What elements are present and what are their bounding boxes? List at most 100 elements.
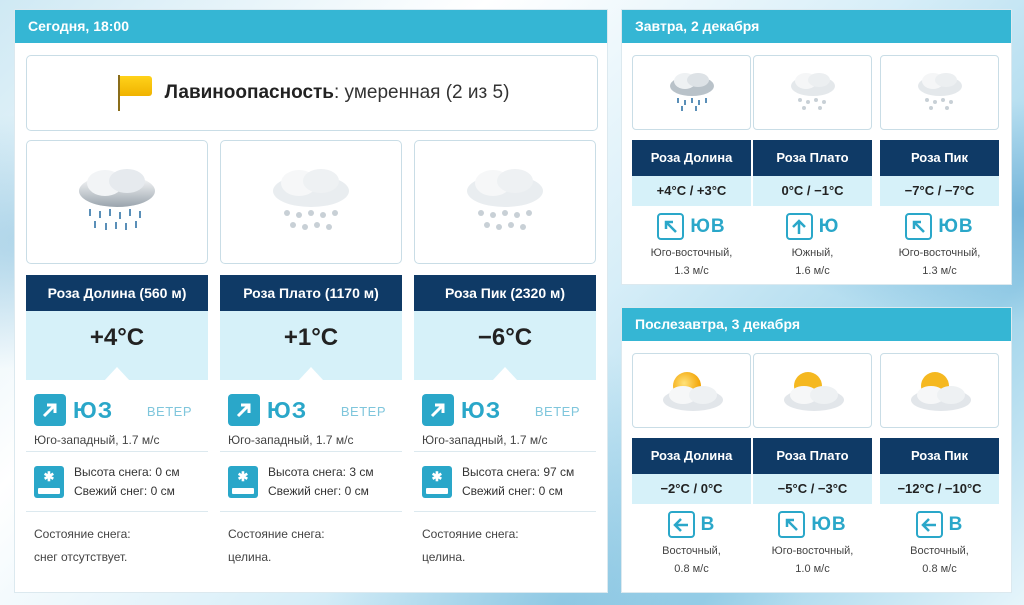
station-name: Роза Долина xyxy=(632,140,751,176)
wind-description: Восточный, xyxy=(910,544,969,557)
wind-direction: В xyxy=(948,513,964,535)
wind-speed: 0.8 м/с xyxy=(922,562,957,575)
temperature-box: −6°C xyxy=(414,311,596,381)
wind-direction: ЮВ xyxy=(811,513,847,535)
wind-description: Юго-восточный, xyxy=(771,544,854,557)
snow-block: ✱ Высота снега: 3 см Свежий снег: 0 см xyxy=(220,452,402,512)
wind-speed: 1.3 м/с xyxy=(674,264,709,277)
arrow-up-left-icon xyxy=(657,213,685,240)
wind-label: ВЕТЕР xyxy=(534,404,580,419)
today-station-plato: Роза Плато (1170 м) +1°C ЮЗ ВЕТЕР Юго-за… xyxy=(220,140,402,569)
wind-block: ЮЗ ВЕТЕР Юго-западный, 1.7 м/с xyxy=(220,380,402,452)
day-after-panel: Послезавтра, 3 декабря Роза Долина −2°C … xyxy=(621,307,1012,593)
wind-direction: ЮЗ xyxy=(267,396,308,423)
tomorrow-station-plato: Роза Плато 0°C / −1°C Ю Южный, 1.6 м/с xyxy=(753,55,872,280)
wind-speed: 1.3 м/с xyxy=(922,264,957,277)
fresh-snow: 0 см xyxy=(344,483,369,498)
fresh-snow-label: Свежий снег: xyxy=(74,483,148,498)
wind-direction: В xyxy=(700,513,716,535)
snow-height: 0 см xyxy=(155,464,180,479)
station-name: Роза Плато xyxy=(753,140,872,176)
today-header: Сегодня, 18:00 xyxy=(15,10,607,43)
snow-state: целина. xyxy=(422,550,466,564)
temperature: −6°C xyxy=(477,324,533,351)
snow-state-label: Состояние снега: xyxy=(228,527,325,541)
snow-depth-icon: ✱ xyxy=(228,465,258,498)
wind-direction: ЮВ xyxy=(690,215,726,237)
wind-direction: ЮЗ xyxy=(73,396,114,423)
day-after-header: Послезавтра, 3 декабря xyxy=(622,308,1011,341)
today-panel: Сегодня, 18:00 Лавиноопасность: умеренна… xyxy=(14,9,608,593)
snow-state: целина. xyxy=(228,550,272,564)
snow-height-label: Высота снега: xyxy=(268,464,346,479)
station-name: Роза Плато xyxy=(753,438,872,474)
wind-label: ВЕТЕР xyxy=(340,404,386,419)
weather-image xyxy=(26,140,208,264)
arrow-up-left-icon xyxy=(778,511,806,538)
fresh-snow: 0 см xyxy=(538,483,563,498)
arrow-up-right-icon xyxy=(422,394,454,426)
wind-description: Юго-западный, 1.7 м/с xyxy=(422,433,548,447)
arrow-up-icon xyxy=(785,213,813,240)
sun-cloud-icon xyxy=(663,372,723,411)
snow-cloud-icon xyxy=(467,169,543,230)
wind-block: В Восточный, 0.8 м/с xyxy=(632,504,751,578)
temperature-range: −2°C / 0°C xyxy=(632,474,751,504)
wind-description: Восточный, xyxy=(662,544,721,557)
arrow-up-right-icon xyxy=(228,394,260,426)
weather-image xyxy=(632,55,751,130)
arrow-left-icon xyxy=(667,511,695,538)
snow-state: снег отсутствует. xyxy=(34,550,128,564)
wind-description: Юго-восточный, xyxy=(898,246,981,259)
wind-description: Южный, xyxy=(791,246,834,259)
snow-height-label: Высота снега: xyxy=(462,464,540,479)
temperature-box: +1°C xyxy=(220,311,402,381)
weather-image xyxy=(753,353,872,428)
snow-height: 3 см xyxy=(349,464,374,479)
tomorrow-station-pik: Роза Пик −7°C / −7°C ЮВ Юго-восточный, 1.… xyxy=(880,55,999,280)
station-name: Роза Плато (1170 м) xyxy=(220,275,402,311)
snow-block: ✱ Высота снега: 0 см Свежий снег: 0 см xyxy=(26,452,208,512)
wind-direction: Ю xyxy=(818,215,840,237)
weather-image xyxy=(880,55,999,130)
wind-direction: ЮЗ xyxy=(461,396,502,423)
wind-block: ЮВ Юго-восточный, 1.3 м/с xyxy=(880,206,999,280)
sun-cloud-icon xyxy=(911,372,971,411)
temperature-range: −5°C / −3°C xyxy=(753,474,872,504)
station-name: Роза Долина (560 м) xyxy=(26,275,208,311)
after-station-pik: Роза Пик −12°C / −10°C В Восточный, 0.8 м… xyxy=(880,353,999,578)
wind-block: ЮВ Юго-восточный, 1.0 м/с xyxy=(753,504,872,578)
wind-direction: ЮВ xyxy=(938,215,974,237)
snow-state-label: Состояние снега: xyxy=(422,527,519,541)
fresh-snow-label: Свежий снег: xyxy=(462,483,536,498)
wind-description: Юго-западный, 1.7 м/с xyxy=(34,433,160,447)
wind-speed: 1.0 м/с xyxy=(795,562,830,575)
wind-block: ЮВ Юго-восточный, 1.3 м/с xyxy=(632,206,751,280)
arrow-up-left-icon xyxy=(905,213,933,240)
wind-description: Юго-восточный, xyxy=(650,246,733,259)
snow-state-label: Состояние снега: xyxy=(34,527,131,541)
weather-image xyxy=(753,55,872,130)
flag-icon xyxy=(115,73,155,113)
station-name: Роза Пик xyxy=(880,140,999,176)
after-station-plato: Роза Плато −5°C / −3°C ЮВ Юго-восточный,… xyxy=(753,353,872,578)
rain-cloud-icon xyxy=(670,73,714,111)
station-name: Роза Долина xyxy=(632,438,751,474)
station-name: Роза Пик (2320 м) xyxy=(414,275,596,311)
tomorrow-panel: Завтра, 2 декабря Роза Долина +4°C / +3°… xyxy=(621,9,1012,285)
temperature: +1°C xyxy=(283,324,339,351)
snow-height: 97 см xyxy=(543,464,575,479)
tomorrow-header: Завтра, 2 декабря xyxy=(622,10,1011,43)
wind-speed: 0.8 м/с xyxy=(674,562,709,575)
after-station-dolina: Роза Долина −2°C / 0°C В Восточный, 0.8 м… xyxy=(632,353,751,578)
snow-block: ✱ Высота снега: 97 см Свежий снег: 0 см xyxy=(414,452,596,512)
arrow-left-icon xyxy=(915,511,943,538)
temperature-range: 0°C / −1°C xyxy=(753,176,872,206)
temperature-range: −12°C / −10°C xyxy=(880,474,999,504)
snow-cloud-icon xyxy=(791,73,835,110)
wind-block: В Восточный, 0.8 м/с xyxy=(880,504,999,578)
station-name: Роза Пик xyxy=(880,438,999,474)
wind-block: ЮЗ ВЕТЕР Юго-западный, 1.7 м/с xyxy=(414,380,596,452)
wind-block: Ю Южный, 1.6 м/с xyxy=(753,206,872,280)
sun-cloud-icon xyxy=(784,372,844,411)
